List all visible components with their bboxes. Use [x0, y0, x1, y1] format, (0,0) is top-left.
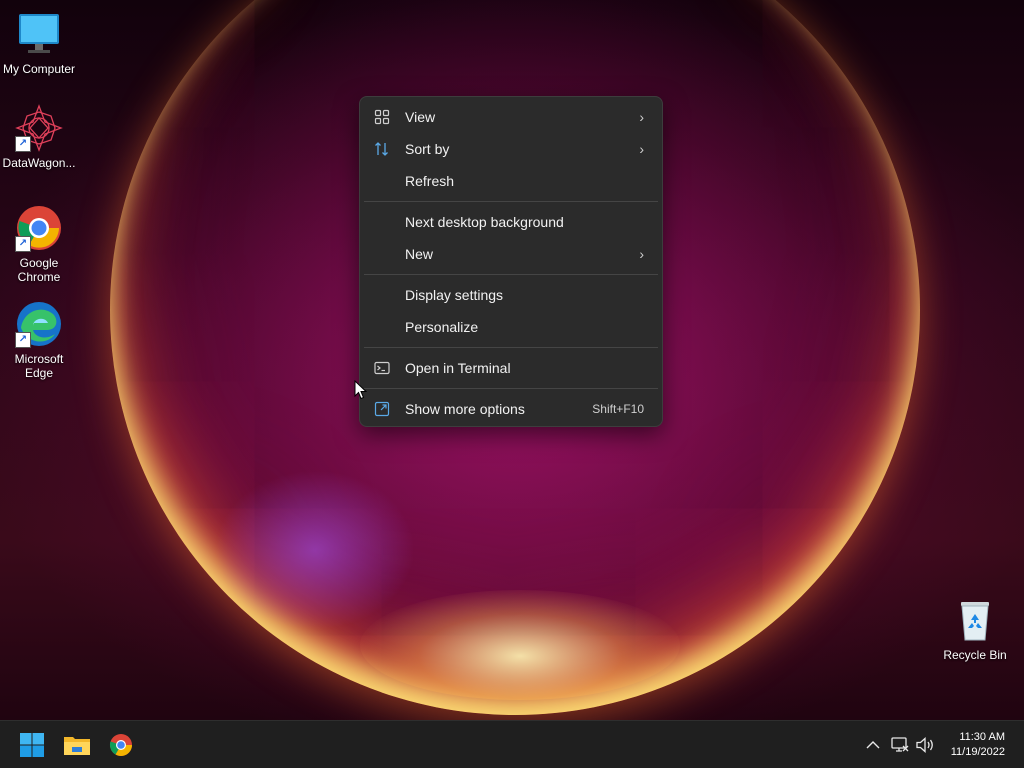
volume-icon[interactable] [915, 735, 935, 755]
clock-time: 11:30 AM [959, 731, 1005, 743]
desktop-icon-my-computer[interactable]: My Computer [0, 10, 81, 76]
menu-item-display-settings[interactable]: Display settings [364, 279, 658, 311]
menu-item-label: Next desktop background [405, 214, 564, 230]
menu-separator [364, 347, 658, 348]
recycle-bin-icon [951, 596, 999, 644]
menu-item-view[interactable]: View › [364, 101, 658, 133]
desktop-icon-label: Recycle Bin [943, 648, 1007, 662]
chevron-right-icon: › [639, 141, 644, 157]
sort-icon [374, 141, 390, 157]
desktop-icon-recycle-bin[interactable]: Recycle Bin [933, 596, 1017, 662]
mouse-cursor-icon [354, 379, 368, 400]
shortcut-arrow-icon: ↗ [15, 332, 31, 348]
desktop-icon-microsoft-edge[interactable]: ↗ Microsoft Edge [0, 300, 81, 380]
show-more-options-icon [374, 401, 390, 417]
menu-item-refresh[interactable]: Refresh [364, 165, 658, 197]
menu-item-next-desktop-background[interactable]: Next desktop background [364, 206, 658, 238]
menu-item-open-in-terminal[interactable]: Open in Terminal [364, 352, 658, 384]
menu-item-label: Open in Terminal [405, 360, 511, 376]
folder-icon [64, 737, 90, 755]
start-button[interactable] [16, 729, 48, 761]
datawagon-logo-icon: ↗ [15, 104, 63, 152]
taskbar: 11:30 AM 11/19/2022 [0, 720, 1024, 768]
monitor-icon [15, 10, 63, 58]
clock-date: 11/19/2022 [950, 746, 1005, 758]
desktop-icon-label: DataWagon... [2, 156, 76, 170]
menu-separator [364, 201, 658, 202]
desktop-context-menu: View › Sort by › Refresh Next desktop ba… [359, 96, 663, 427]
desktop-icon-google-chrome[interactable]: ↗ Google Chrome [0, 204, 81, 284]
menu-item-label: Display settings [405, 287, 504, 303]
menu-item-label: Personalize [405, 319, 479, 335]
desktop-icon-label: My Computer [2, 62, 76, 76]
menu-item-label: Show more options [405, 401, 525, 417]
chevron-right-icon: › [639, 246, 644, 262]
desktop-icon-datawagon[interactable]: ↗ DataWagon... [0, 104, 81, 170]
wallpaper-glow [360, 590, 680, 700]
edge-icon: ↗ [15, 300, 63, 348]
network-icon[interactable] [890, 735, 910, 755]
grid-view-icon [374, 109, 390, 125]
desktop-icon-label: Google Chrome [17, 256, 61, 284]
chrome-icon: ↗ [15, 204, 63, 252]
menu-item-new[interactable]: New › [364, 238, 658, 270]
chrome-taskbar-button[interactable] [105, 729, 137, 761]
shortcut-arrow-icon: ↗ [15, 236, 31, 252]
terminal-icon [374, 360, 390, 376]
chevron-up-icon[interactable] [863, 735, 883, 755]
menu-separator [364, 388, 658, 389]
chevron-right-icon: › [639, 109, 644, 125]
menu-item-label: Sort by [405, 141, 450, 157]
menu-item-label: New [405, 246, 434, 262]
chrome-icon [109, 734, 132, 756]
menu-item-shortcut: Shift+F10 [592, 402, 644, 416]
menu-item-label: Refresh [405, 173, 455, 189]
shortcut-arrow-icon: ↗ [15, 136, 31, 152]
menu-item-show-more-options[interactable]: Show more options Shift+F10 [364, 393, 658, 425]
desktop-icon-label: Microsoft Edge [14, 352, 64, 380]
menu-item-label: View [405, 109, 436, 125]
wallpaper-glow [215, 470, 415, 630]
taskbar-clock[interactable]: 11:30 AM 11/19/2022 [951, 730, 1005, 760]
menu-item-sort-by[interactable]: Sort by › [364, 133, 658, 165]
windows-logo-icon [20, 733, 44, 757]
menu-separator [364, 274, 658, 275]
file-explorer-button[interactable] [61, 729, 93, 761]
menu-item-personalize[interactable]: Personalize [364, 311, 658, 343]
